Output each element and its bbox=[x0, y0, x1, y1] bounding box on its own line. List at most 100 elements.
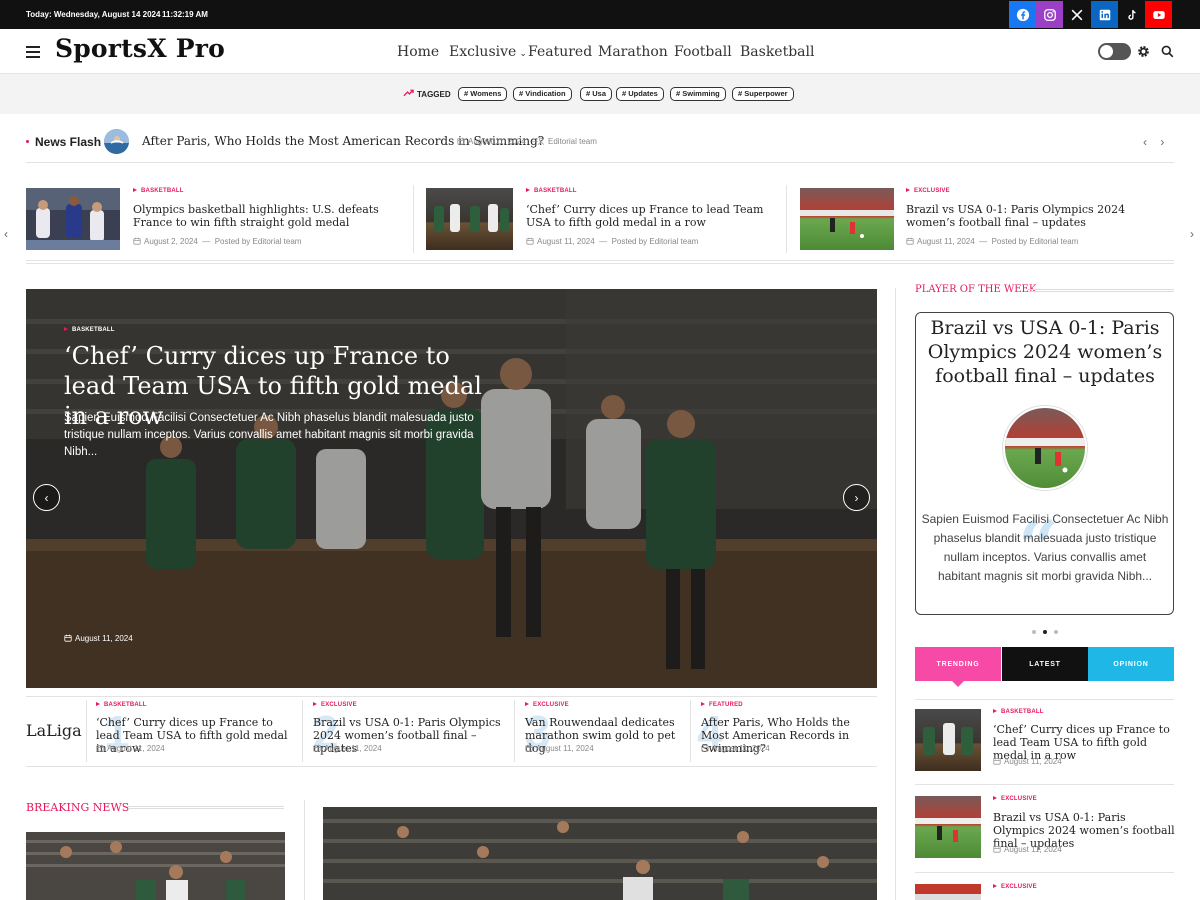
nav-football[interactable]: Football bbox=[674, 44, 732, 60]
player-of-week-title[interactable]: Brazil vs USA 0-1: Paris Olympics 2024 w… bbox=[925, 316, 1165, 388]
carousel-category[interactable]: EXCLUSIVE bbox=[906, 188, 950, 194]
carousel-meta: August 2, 2024 — Posted by Editorial tea… bbox=[133, 237, 301, 246]
hero-next-button[interactable]: › bbox=[843, 484, 870, 511]
carousel-thumbnail[interactable] bbox=[426, 188, 513, 250]
carousel-title[interactable]: Olympics basketball highlights: U.S. def… bbox=[133, 203, 408, 229]
carousel-prev-icon[interactable]: ‹ bbox=[4, 227, 8, 241]
tag-vindication[interactable]: # Vindication bbox=[513, 87, 572, 101]
tab-opinion[interactable]: OPINION bbox=[1088, 647, 1174, 681]
carousel-title[interactable]: ‘Chef’ Curry dices up France to lead Tea… bbox=[526, 203, 781, 229]
carousel-thumbnail[interactable] bbox=[26, 188, 120, 250]
nav-exclusive[interactable]: Exclusive ⌄ bbox=[449, 44, 527, 60]
instagram-icon[interactable] bbox=[1036, 1, 1063, 28]
menu-icon[interactable] bbox=[26, 46, 40, 58]
carousel-category[interactable]: BASKETBALL bbox=[526, 188, 577, 194]
tag-updates[interactable]: # Updates bbox=[616, 87, 664, 101]
facebook-icon[interactable] bbox=[1009, 1, 1036, 28]
divider bbox=[786, 185, 787, 253]
chevron-right-icon: › bbox=[854, 490, 859, 505]
player-of-week-image[interactable] bbox=[1003, 406, 1087, 490]
hero-prev-button[interactable]: ‹ bbox=[33, 484, 60, 511]
carousel-date: August 11, 2024 bbox=[537, 237, 595, 246]
sidebar-post-thumbnail[interactable] bbox=[915, 884, 981, 900]
carousel-category[interactable]: BASKETBALL bbox=[133, 188, 184, 194]
newsflash-author-text: Editorial team bbox=[548, 137, 597, 146]
divider bbox=[413, 185, 414, 253]
heading-line bbox=[1028, 289, 1174, 292]
chevron-left-icon[interactable]: ‹ bbox=[1143, 135, 1147, 149]
breaking-news-featured-image[interactable] bbox=[323, 807, 877, 900]
chevron-down-icon: ⌄ bbox=[519, 49, 527, 59]
sidebar-post-thumbnail[interactable] bbox=[915, 796, 981, 858]
active-indicator bbox=[411, 65, 419, 96]
calendar-icon bbox=[993, 845, 1001, 853]
chevron-right-icon[interactable]: › bbox=[1160, 135, 1164, 149]
divider bbox=[302, 700, 303, 762]
nav-basketball[interactable]: Basketball bbox=[740, 44, 814, 60]
divider bbox=[514, 700, 515, 762]
carousel-next-icon[interactable]: › bbox=[1190, 227, 1194, 241]
slider-dots[interactable] bbox=[1032, 621, 1065, 639]
carousel-title[interactable]: Brazil vs USA 0-1: Paris Olympics 2024 w… bbox=[906, 203, 1172, 229]
today-date: Today: Wednesday, August 14 2024 bbox=[26, 10, 161, 19]
divider bbox=[26, 263, 1174, 264]
sidebar-post-category[interactable]: EXCLUSIVE bbox=[993, 796, 1037, 802]
post-date: August 11, 2024 bbox=[313, 744, 382, 753]
sidebar-post-thumbnail[interactable] bbox=[915, 709, 981, 771]
divider bbox=[26, 696, 877, 697]
tag-swimming[interactable]: # Swimming bbox=[670, 87, 726, 101]
tab-trending[interactable]: TRENDING bbox=[915, 647, 1001, 681]
x-icon[interactable] bbox=[1063, 1, 1090, 28]
nav-featured[interactable]: Featured bbox=[528, 44, 592, 60]
sidebar-post-date: August 11, 2024 bbox=[993, 757, 1062, 766]
sidebar-post-category[interactable]: BASKETBALL bbox=[993, 709, 1044, 715]
dot[interactable] bbox=[1054, 630, 1058, 634]
post-category[interactable]: BASKETBALL bbox=[96, 702, 147, 708]
divider bbox=[690, 700, 691, 762]
post-date: August 11, 2024 bbox=[525, 744, 594, 753]
dark-mode-toggle[interactable] bbox=[1098, 43, 1131, 60]
top-bar: Today: Wednesday, August 14 2024 11:32:1… bbox=[0, 0, 1200, 29]
divider bbox=[26, 766, 877, 767]
post-date-text: August 11, 2024 bbox=[107, 744, 165, 753]
hero-date: August 11, 2024 bbox=[64, 634, 133, 643]
post-category[interactable]: FEATURED bbox=[701, 702, 743, 708]
trending-icon bbox=[403, 89, 414, 97]
nav-home[interactable]: Home bbox=[397, 44, 439, 60]
site-logo[interactable]: SportsX Pro bbox=[55, 34, 225, 63]
player-of-week-heading: PLAYER OF THE WEEK bbox=[915, 284, 1037, 295]
calendar-icon bbox=[133, 237, 141, 245]
post-date-text: August 11, 2024 bbox=[324, 744, 382, 753]
hero-category[interactable]: BASKETBALL bbox=[64, 327, 115, 333]
tag-superpower[interactable]: # Superpower bbox=[732, 87, 794, 101]
dot[interactable] bbox=[1032, 630, 1036, 634]
newsflash-label: News Flash bbox=[35, 135, 102, 149]
newsflash-nav: ‹ › bbox=[1143, 135, 1164, 149]
tag-usa[interactable]: # Usa bbox=[580, 87, 613, 101]
sidebar-post-category[interactable]: EXCLUSIVE bbox=[993, 884, 1037, 890]
tab-latest[interactable]: LATEST bbox=[1002, 647, 1088, 681]
linkedin-icon[interactable] bbox=[1091, 1, 1118, 28]
carousel-posted: Posted by bbox=[991, 237, 1028, 246]
divider bbox=[895, 288, 896, 900]
carousel-meta: August 11, 2024 — Posted by Editorial te… bbox=[526, 237, 698, 246]
carousel-posted: Posted by bbox=[214, 237, 251, 246]
calendar-icon bbox=[64, 634, 72, 642]
divider bbox=[26, 260, 1174, 261]
post-category[interactable]: EXCLUSIVE bbox=[313, 702, 357, 708]
tiktok-icon[interactable] bbox=[1118, 1, 1145, 28]
breaking-news-image[interactable] bbox=[26, 832, 285, 900]
tag-womens[interactable]: # Womens bbox=[458, 87, 508, 101]
youtube-icon[interactable] bbox=[1145, 1, 1172, 28]
search-icon[interactable] bbox=[1161, 45, 1174, 58]
calendar-icon bbox=[525, 744, 533, 752]
post-date-text: August 11, 2024 bbox=[712, 744, 770, 753]
gear-icon[interactable] bbox=[1136, 44, 1151, 59]
divider bbox=[26, 162, 1174, 163]
carousel-thumbnail[interactable] bbox=[800, 188, 894, 250]
dot-active[interactable] bbox=[1043, 630, 1047, 634]
nav-exclusive-label: Exclusive bbox=[449, 44, 517, 60]
post-category[interactable]: EXCLUSIVE bbox=[525, 702, 569, 708]
nav-marathon[interactable]: Marathon bbox=[598, 44, 668, 60]
breaking-news-heading: BREAKING NEWS bbox=[26, 801, 130, 814]
